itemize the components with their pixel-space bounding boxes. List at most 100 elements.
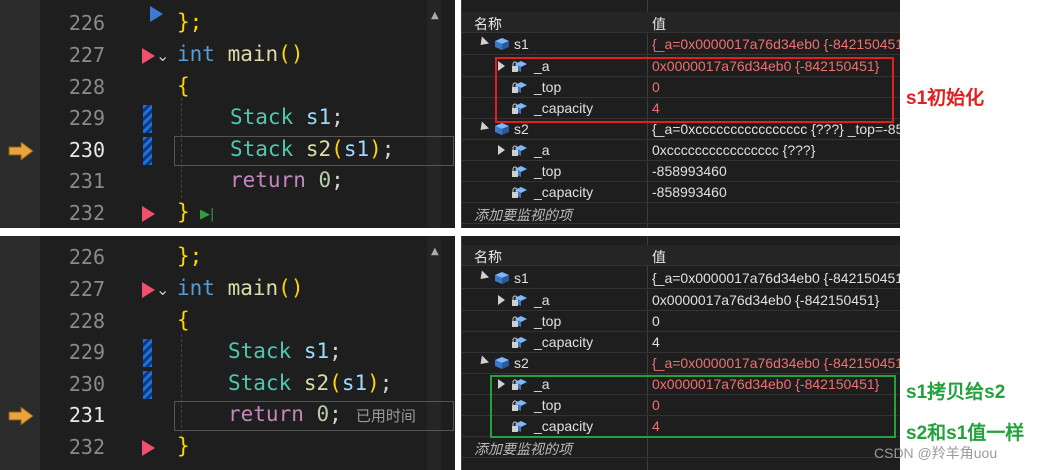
watch-value: 0x0000017a76d34eb0 {-842150451} — [652, 292, 880, 308]
watch-name: s2 — [514, 121, 529, 137]
column-header-name[interactable]: 名称 — [474, 247, 502, 267]
code-line[interactable]: 226 }; — [0, 6, 455, 40]
code-line[interactable]: 229 Stack s1; — [0, 337, 455, 369]
watch-header: 名称 值 — [462, 12, 900, 33]
code-text: } — [177, 434, 190, 458]
collapse-arrow-icon[interactable] — [498, 295, 505, 305]
object-icon — [495, 357, 509, 369]
column-header-value[interactable]: 值 — [652, 14, 666, 34]
watch-name: s2 — [514, 355, 529, 371]
elapsed-time-hint: 已用时间 — [355, 408, 416, 425]
watch-value: -858993460 — [652, 184, 727, 200]
object-icon — [495, 123, 509, 135]
watch-value: {_a=0x0000017a76d34eb0 {-842150451} _top… — [652, 355, 900, 371]
watch-header: 名称 值 — [462, 245, 900, 266]
code-line[interactable]: 232 } — [0, 432, 455, 464]
code-line[interactable]: 229 Stack s1; — [0, 103, 455, 135]
code-text: Stack s1; — [228, 339, 342, 363]
private-field-icon — [512, 145, 527, 156]
watch-value: 4 — [652, 334, 660, 350]
annotation-box-green — [490, 375, 896, 438]
add-watch-row[interactable]: 添加要监视的项 — [462, 203, 900, 224]
collapse-arrow-icon[interactable] — [498, 145, 505, 155]
annotation-s2-equals-s1: s2和s1值一样 — [906, 423, 1025, 444]
expand-arrow-icon[interactable] — [476, 36, 490, 49]
annotation-box-red — [495, 57, 894, 123]
private-field-icon — [512, 316, 527, 327]
watch-name: _a — [534, 292, 550, 308]
code-text: }; — [177, 10, 203, 34]
watch-value: 0xcccccccccccccccc {???} — [652, 142, 816, 158]
watch-name: _top — [534, 313, 562, 329]
breakpoint-arrow-icon[interactable] — [142, 282, 155, 298]
watch-row[interactable]: _top -858993460 — [462, 161, 900, 182]
private-field-icon — [512, 295, 527, 306]
watch-name: s1 — [514, 36, 529, 52]
watch-row[interactable]: s1 {_a=0x0000017a76d34eb0 {-842150451} _… — [462, 34, 900, 55]
watch-row[interactable]: s2 {_a=0x0000017a76d34eb0 {-842150451} _… — [462, 353, 900, 374]
add-watch-placeholder[interactable]: 添加要监视的项 — [474, 439, 572, 459]
private-field-icon — [512, 187, 527, 198]
breakpoint-arrow-icon[interactable] — [142, 206, 155, 222]
code-text: Stack s2(s1); — [228, 371, 393, 395]
watch-row[interactable]: _a 0xcccccccccccccccc {???} — [462, 140, 900, 161]
code-line[interactable]: 232 } ▶| — [0, 198, 455, 228]
line-number: 226 — [68, 245, 105, 269]
code-line[interactable]: 227 ⌄ int main() — [0, 40, 455, 72]
change-bar — [143, 137, 152, 165]
watch-name: _capacity — [534, 334, 594, 350]
private-field-icon — [512, 166, 527, 177]
line-number: 229 — [68, 340, 105, 364]
change-marker-icon — [150, 6, 163, 22]
code-line[interactable]: 226 }; — [0, 242, 455, 274]
add-watch-row[interactable]: 添加要监视的项 — [462, 437, 900, 458]
add-watch-placeholder[interactable]: 添加要监视的项 — [474, 205, 572, 225]
run-to-cursor-icon[interactable]: ▶| — [200, 207, 214, 222]
watch-row[interactable]: _a 0x0000017a76d34eb0 {-842150451} — [462, 290, 900, 311]
breakpoint-arrow-icon[interactable] — [142, 440, 155, 456]
fold-chevron-icon[interactable]: ⌄ — [156, 46, 169, 65]
watch-value: 0 — [652, 313, 660, 329]
code-line-current[interactable]: 231 return 0; 已用时间 — [0, 400, 455, 432]
code-text: }; — [177, 244, 203, 268]
code-line[interactable]: 227 ⌄ int main() — [0, 274, 455, 306]
code-text: return 0; 已用时间 — [228, 402, 416, 426]
breakpoint-arrow-icon[interactable] — [142, 48, 155, 64]
line-number: 232 — [68, 201, 105, 225]
line-number: 230 — [68, 372, 105, 396]
column-header-name[interactable]: 名称 — [474, 14, 502, 34]
object-icon — [495, 38, 509, 50]
watch-value: -858993460 — [652, 163, 727, 179]
expand-arrow-icon[interactable] — [476, 355, 490, 368]
code-line-current[interactable]: 230 Stack s2(s1); — [0, 135, 455, 167]
line-number: 232 — [68, 435, 105, 459]
fold-chevron-icon[interactable]: ⌄ — [156, 280, 169, 299]
code-line[interactable]: 231 return 0; — [0, 166, 455, 198]
execution-pointer-icon — [8, 142, 34, 160]
code-line[interactable]: 230 Stack s2(s1); — [0, 369, 455, 401]
code-line[interactable]: 228 { — [0, 306, 455, 338]
watch-row[interactable]: s1 {_a=0x0000017a76d34eb0 {-842150451} _… — [462, 268, 900, 289]
line-number: 231 — [68, 169, 105, 193]
column-header-value[interactable]: 值 — [652, 247, 666, 267]
code-editor[interactable]: ▲ 226 }; 227 ⌄ int main() 228 { 229 Stac… — [0, 236, 455, 470]
expand-arrow-icon[interactable] — [476, 121, 490, 134]
watch-value: {_a=0x0000017a76d34eb0 {-842150451} _top… — [652, 270, 900, 286]
expand-arrow-icon[interactable] — [476, 270, 490, 283]
change-bar — [143, 371, 152, 399]
watch-row[interactable]: _capacity 4 — [462, 332, 900, 353]
code-line[interactable]: 228 { — [0, 72, 455, 104]
line-number: 229 — [68, 106, 105, 130]
annotation-s1-init: s1初始化 — [906, 88, 985, 109]
execution-pointer-icon — [8, 407, 34, 425]
line-number: 230 — [68, 138, 105, 162]
watch-row[interactable]: _capacity -858993460 — [462, 182, 900, 203]
line-number: 231 — [68, 403, 105, 427]
code-text: } — [177, 200, 190, 224]
watch-row[interactable]: _top 0 — [462, 311, 900, 332]
code-editor[interactable]: ▲ 226 }; 227 ⌄ int main() 228 { 229 Stac… — [0, 0, 455, 228]
watch-name: _a — [534, 142, 550, 158]
change-bar — [143, 339, 152, 367]
change-bar — [143, 105, 152, 133]
code-text: { — [177, 74, 190, 98]
